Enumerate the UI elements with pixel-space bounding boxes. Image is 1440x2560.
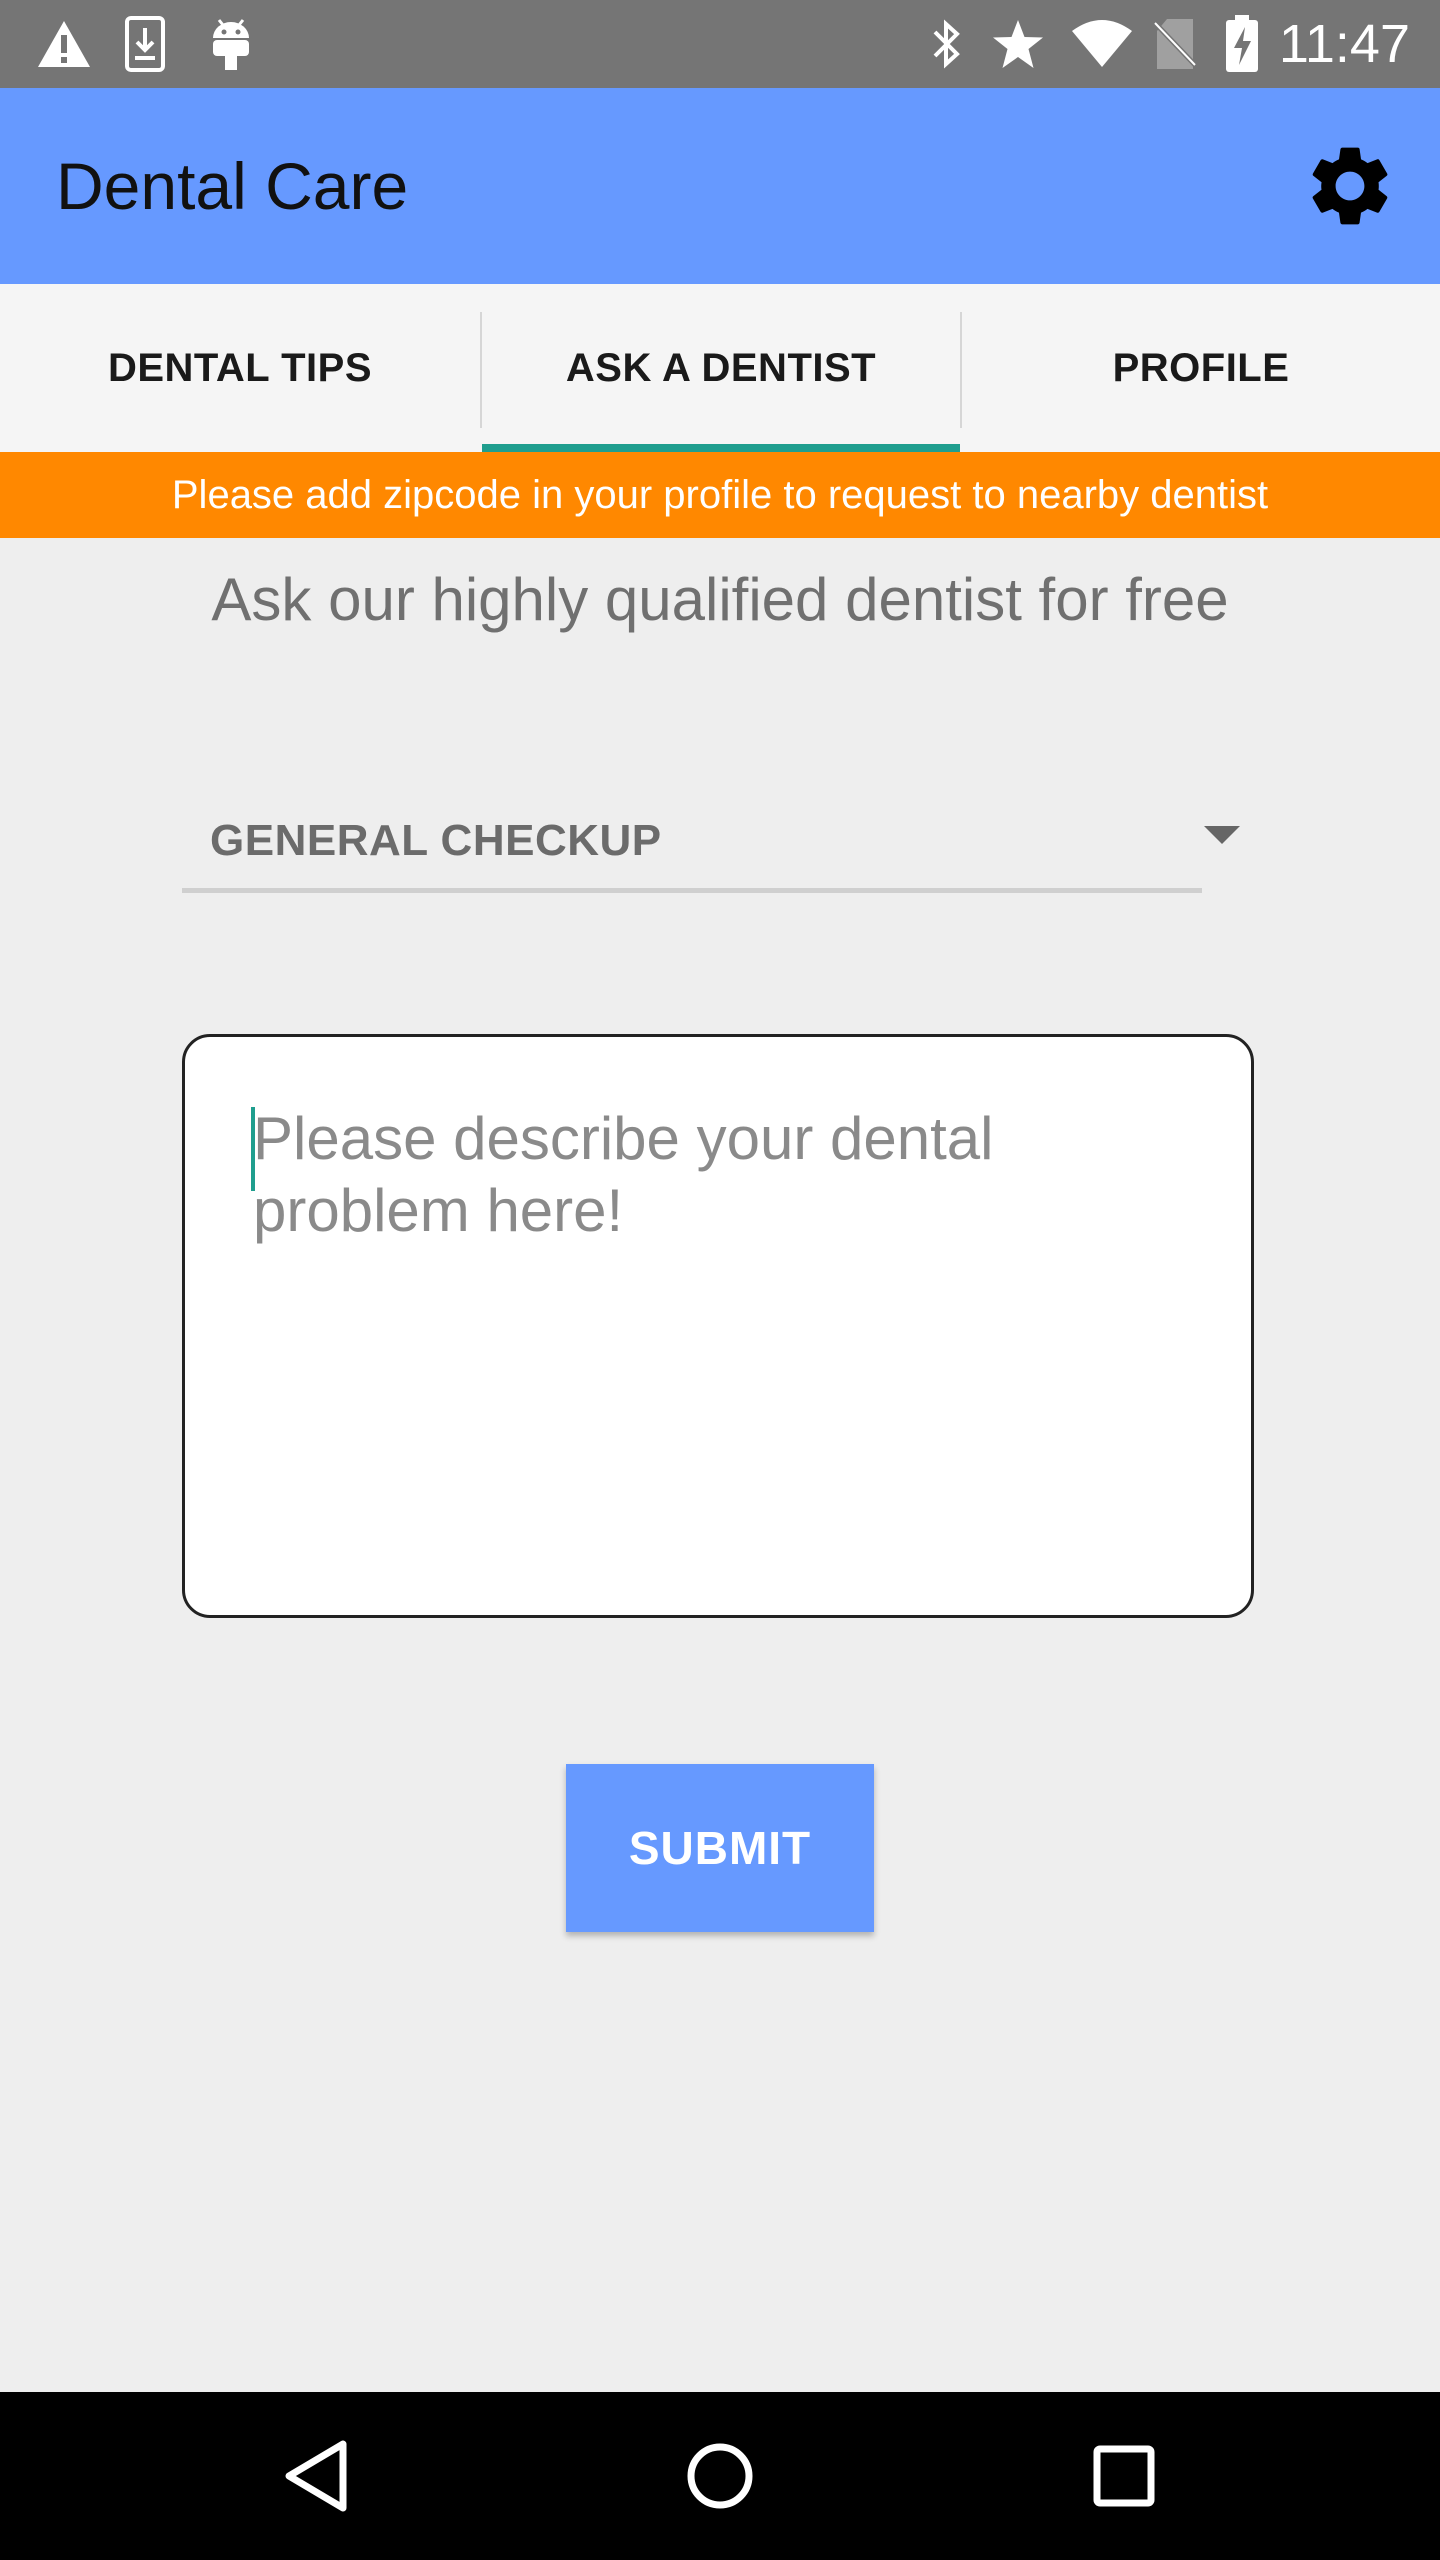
category-spinner[interactable]: GENERAL CHECKUP [182, 796, 1242, 896]
android-icon [206, 14, 256, 74]
problem-description-placeholder: Please describe your dental problem here… [253, 1105, 994, 1244]
recents-icon[interactable] [1074, 2426, 1174, 2526]
problem-description-input[interactable]: Please describe your dental problem here… [182, 1034, 1254, 1618]
zipcode-warning-banner: Please add zipcode in your profile to re… [0, 452, 1440, 538]
submit-button[interactable]: SUBMIT [566, 1764, 874, 1932]
tab-profile[interactable]: PROFILE [961, 284, 1440, 452]
status-bar: 11:47 [0, 0, 1440, 88]
warning-icon [34, 14, 94, 74]
settings-button[interactable] [1300, 136, 1400, 236]
status-time: 11:47 [1278, 14, 1410, 74]
star-icon [990, 14, 1046, 74]
wifi-icon [1070, 14, 1134, 74]
no-sim-icon [1150, 14, 1200, 74]
page-heading: Ask our highly qualified dentist for fre… [211, 566, 1229, 633]
back-icon[interactable] [266, 2426, 366, 2526]
tab-selected-indicator [482, 444, 960, 452]
spinner-underline [182, 888, 1202, 893]
tab-ask-a-dentist[interactable]: ASK A DENTIST [481, 284, 961, 452]
battery-charging-icon [1222, 14, 1262, 74]
home-icon[interactable] [670, 2426, 770, 2526]
gear-icon [1302, 138, 1398, 234]
download-icon [120, 14, 170, 74]
app-bar: Dental Care [0, 88, 1440, 284]
bluetooth-icon [926, 14, 966, 74]
tab-dental-tips[interactable]: DENTAL TIPS [0, 284, 480, 452]
system-nav-bar [0, 2392, 1440, 2560]
dropdown-arrow-icon [1204, 826, 1240, 844]
tab-bar: DENTAL TIPS ASK A DENTIST PROFILE [0, 284, 1440, 452]
app-title: Dental Care [56, 149, 409, 223]
category-spinner-value: GENERAL CHECKUP [210, 816, 662, 865]
